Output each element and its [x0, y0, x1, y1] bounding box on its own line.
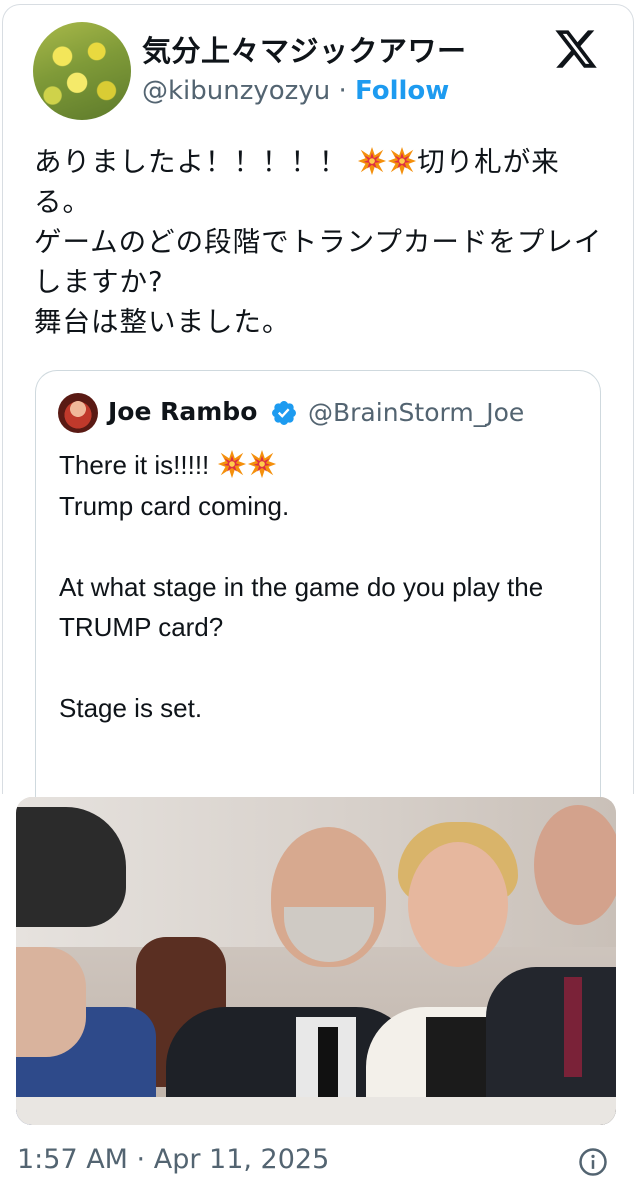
author-display-name[interactable]: 気分上々マジックアワー [142, 28, 467, 70]
collision-emoji-icon [358, 146, 387, 176]
handle-separator: · [330, 76, 355, 106]
tweet-text: ありましたよ！！！！！ 切り札が来る。 ゲームのどの段階でトランプカードをプレイ… [34, 142, 609, 342]
quoted-text-rest: Trump card coming. At what stage in the … [59, 490, 544, 724]
photo-person [16, 807, 126, 927]
author-handle[interactable]: @kibunzyozyu [142, 76, 330, 106]
photo-person [534, 805, 616, 925]
quoted-text-line1: There it is!!!!! [59, 450, 217, 480]
quoted-tweet[interactable]: Joe Rambo @BrainStorm_Joe There it is!!!… [35, 370, 601, 800]
author-avatar[interactable] [33, 22, 131, 120]
quoted-tweet-text: There it is!!!!! Trump card coming. At w… [59, 445, 579, 729]
photo-person [16, 947, 86, 1057]
collision-emoji-icon [247, 449, 276, 479]
author-handle-row: @kibunzyozyu · Follow [142, 76, 449, 106]
photo-person [564, 977, 582, 1077]
media-photo[interactable] [16, 797, 616, 1125]
tweet-text-line1: ありましたよ！！！！！ [34, 146, 358, 178]
quoted-author-avatar[interactable] [58, 393, 98, 433]
collision-emoji-icon [217, 449, 246, 479]
collision-emoji-icon [388, 146, 417, 176]
photo-table [16, 1097, 616, 1125]
follow-button[interactable]: Follow [355, 76, 449, 106]
info-icon[interactable] [578, 1147, 608, 1177]
x-logo-icon[interactable] [552, 26, 600, 72]
verified-badge-icon [272, 401, 296, 425]
tweet-timestamp[interactable]: 1:57 AM · Apr 11, 2025 [17, 1144, 329, 1175]
quoted-author-name[interactable]: Joe Rambo [108, 397, 257, 426]
photo-person [408, 842, 508, 967]
quoted-author-handle[interactable]: @BrainStorm_Joe [308, 398, 524, 427]
